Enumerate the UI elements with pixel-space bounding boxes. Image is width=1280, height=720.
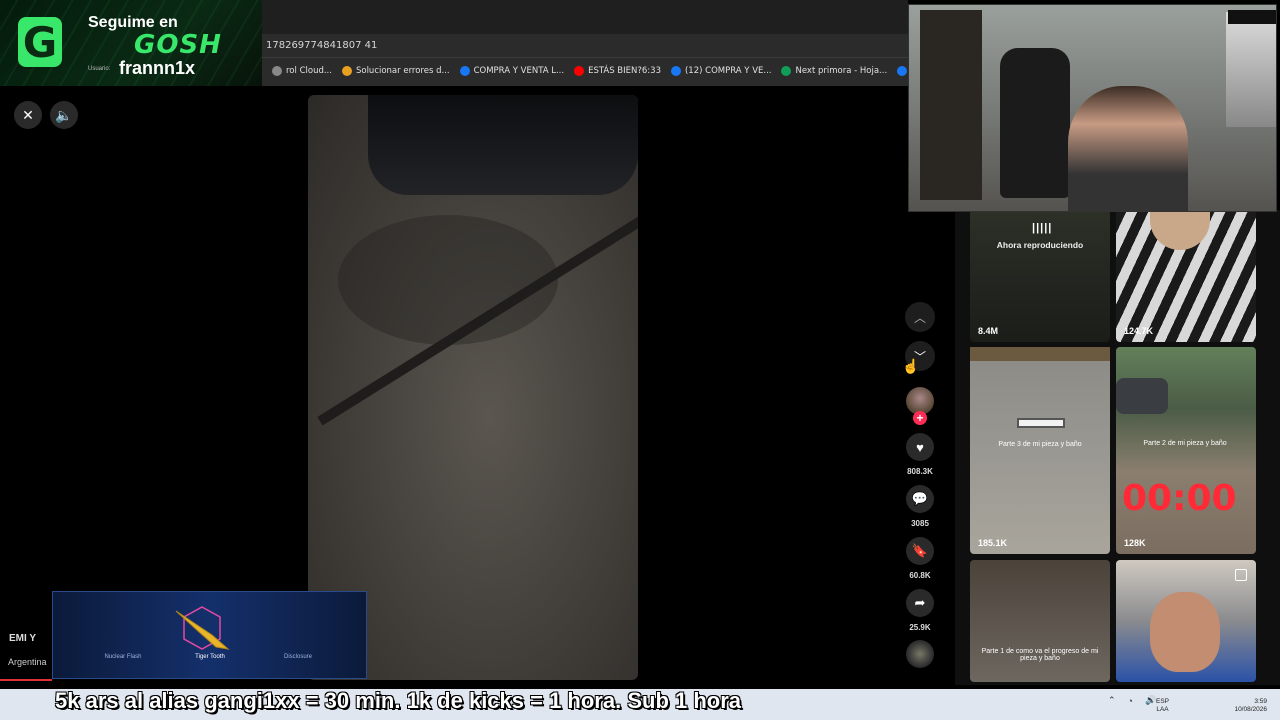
hand-cursor-icon: ☝ bbox=[902, 358, 920, 374]
tile-timer: 00:00 bbox=[1122, 478, 1237, 519]
bookmark-label: Next primora - Hoja... bbox=[795, 66, 888, 76]
address-bar-url[interactable]: 178269774841807 41 bbox=[266, 40, 377, 51]
bookmark-icon: 🔖 bbox=[911, 543, 929, 558]
bookmark-label: Solucionar errores d... bbox=[355, 66, 450, 76]
language-indicator[interactable]: ESP LAA bbox=[1156, 698, 1169, 714]
tile-view-count: 8.4M bbox=[978, 326, 999, 336]
comment-button[interactable]: 💬 bbox=[906, 485, 934, 513]
video-shadow bbox=[338, 215, 558, 345]
comment-icon: 💬 bbox=[911, 491, 929, 506]
speaker-icon: 🔈 bbox=[55, 106, 73, 123]
bookmark-favicon-icon bbox=[272, 66, 282, 76]
follow-plus-icon[interactable]: + bbox=[913, 411, 927, 425]
bookmark-item[interactable]: Next primora - Hoja... bbox=[781, 66, 887, 76]
viewer-user-tag: EMI Y bbox=[9, 633, 37, 644]
bookmark-favicon-icon bbox=[897, 66, 908, 76]
tile-caption: Parte 2 de mi pieza y baño bbox=[1143, 440, 1227, 447]
bookmark-item[interactable]: Solucionar errores d... bbox=[341, 66, 450, 76]
system-tray[interactable]: ⌃ ◔ 🔊 bbox=[1108, 695, 1156, 706]
bookmark-label: (12) COMPRA Y VE... bbox=[684, 66, 772, 76]
photo-mode-icon bbox=[1235, 569, 1247, 581]
tile-thumbnail-head bbox=[1150, 592, 1220, 672]
webcam-shelf bbox=[920, 10, 982, 200]
language-layout: LAA bbox=[1156, 706, 1169, 713]
tile-view-count: 124.7K bbox=[1124, 326, 1154, 336]
bookmark-item[interactable]: ESTÁS BIEN?6:33 bbox=[574, 66, 661, 76]
tab-strip bbox=[262, 0, 908, 34]
tile-thumbnail-car bbox=[1116, 378, 1168, 414]
volume-icon[interactable]: 🔊 bbox=[1145, 695, 1156, 706]
badge-user-label: Usuario: bbox=[88, 66, 111, 72]
viewer-country: Argentina bbox=[8, 657, 47, 667]
bookmark-item[interactable]: COMPRA Y VENTA L... bbox=[459, 66, 565, 76]
taskbar-clock[interactable]: 3:59 10/08/2026 bbox=[1219, 698, 1267, 714]
tile-thumbnail-window bbox=[1017, 418, 1065, 428]
previous-video-button[interactable]: ︿ bbox=[905, 302, 935, 332]
bookmarks-bar: rol Cloud... Solucionar errores d... COMPR… bbox=[262, 58, 908, 84]
comment-count: 3085 bbox=[911, 519, 929, 528]
share-count: 25.9K bbox=[909, 623, 931, 632]
bookmark-item[interactable]: (12) COMPRA Y VE... bbox=[670, 66, 772, 76]
tile-thumbnail-beam bbox=[970, 347, 1110, 361]
video-tile[interactable]: 185.1K bbox=[970, 347, 1110, 554]
gosh-logo-icon: G bbox=[18, 17, 62, 67]
tile-caption: Parte 3 de mi pieza y baño bbox=[998, 441, 1082, 448]
bookmark-label: COMPRA Y VENTA L... bbox=[473, 66, 565, 76]
close-button[interactable]: ✕ bbox=[14, 101, 42, 129]
now-playing-label: Ahora reproduciendo bbox=[996, 240, 1084, 250]
wifi-icon[interactable]: ◔ bbox=[1128, 696, 1133, 706]
donation-ticker: 5k ars al alias gangi1xx = 30 min. 1k de… bbox=[55, 688, 742, 713]
like-count: 808.3K bbox=[907, 467, 933, 476]
bookmark-item[interactable]: (12) COMPRA Y VE... bbox=[897, 66, 908, 76]
language-code: ESP bbox=[1156, 698, 1170, 705]
chevron-up-icon[interactable]: ⌃ bbox=[1108, 695, 1116, 706]
bookmark-label: rol Cloud... bbox=[286, 66, 332, 76]
chevron-up-icon: ︿ bbox=[913, 310, 926, 325]
clock-date: 10/08/2026 bbox=[1234, 706, 1267, 713]
skin-slot: Disclosure bbox=[283, 654, 312, 660]
bookmark-item[interactable]: rol Cloud... bbox=[272, 66, 332, 76]
webcam-logo-icon bbox=[1228, 10, 1276, 24]
progress-accent bbox=[0, 679, 52, 681]
share-button[interactable]: ➦ bbox=[906, 589, 934, 617]
skin-slot: Nuclear Flash bbox=[104, 654, 142, 660]
webcam-streamer bbox=[1068, 86, 1188, 212]
save-count: 60.8K bbox=[909, 571, 931, 580]
sound-button[interactable]: 🔈 bbox=[50, 101, 78, 129]
bookmark-favicon-icon bbox=[459, 66, 470, 76]
heart-icon: ♥ bbox=[916, 439, 924, 455]
music-disc-icon[interactable] bbox=[906, 640, 934, 668]
badge-username: frannn1x bbox=[119, 58, 196, 78]
video-tile[interactable] bbox=[970, 560, 1110, 682]
bookmark-favicon-icon bbox=[341, 66, 352, 76]
webcam-fridge bbox=[1226, 12, 1276, 127]
share-arrow-icon: ➦ bbox=[914, 595, 926, 610]
equalizer-icon: ||||| bbox=[1032, 222, 1053, 234]
bookmark-favicon-icon bbox=[574, 66, 585, 76]
tile-caption: Parte 1 de como va el progreso de mi pie… bbox=[981, 648, 1099, 662]
clock-time: 3:59 bbox=[1254, 698, 1267, 705]
like-button[interactable]: ♥ bbox=[906, 433, 934, 461]
tile-view-count: 185.1K bbox=[978, 538, 1008, 548]
knife-icon bbox=[175, 606, 230, 650]
bookmark-label: ESTÁS BIEN?6:33 bbox=[588, 66, 661, 76]
badge-brand: GOSH bbox=[134, 30, 222, 60]
webcam-gaming-chair bbox=[1000, 48, 1070, 198]
bookmark-favicon-icon bbox=[781, 66, 792, 76]
save-button[interactable]: 🔖 bbox=[906, 537, 934, 565]
bookmark-favicon-icon bbox=[670, 66, 681, 76]
tile-view-count: 128K bbox=[1124, 538, 1146, 548]
video-car bbox=[368, 95, 638, 195]
close-icon: ✕ bbox=[22, 106, 34, 123]
